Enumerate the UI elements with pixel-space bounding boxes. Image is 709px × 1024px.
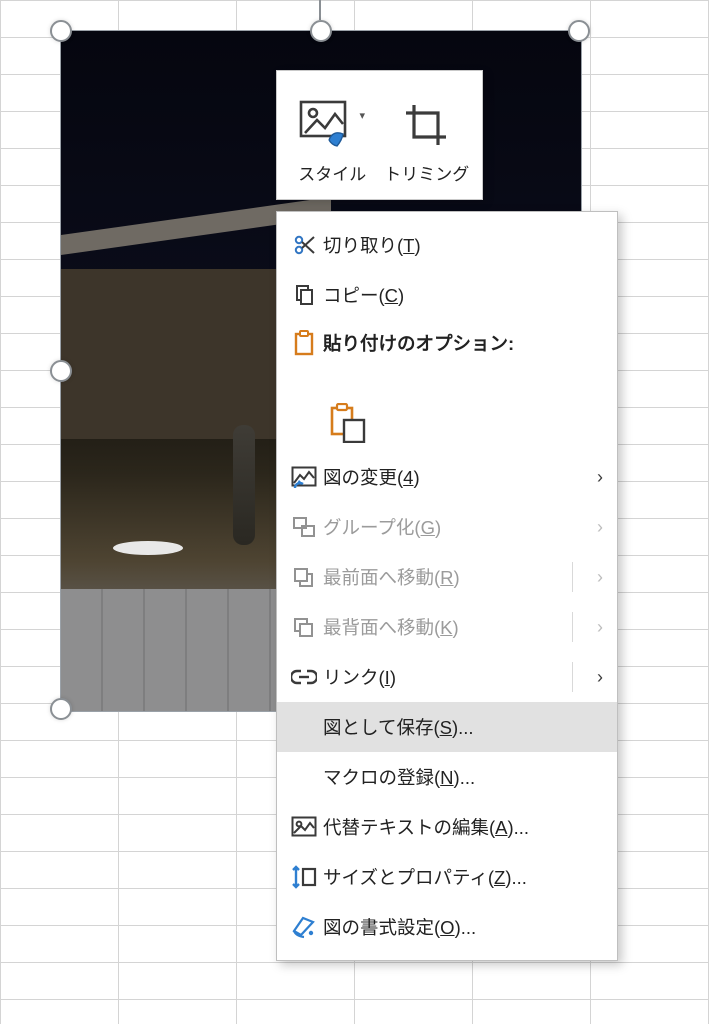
link-icon [291, 667, 317, 687]
menu-item-change-picture-label: 図の変更(4) [323, 464, 597, 490]
change-picture-icon [291, 466, 317, 488]
menu-item-link[interactable]: リンク(I) › [277, 652, 617, 702]
resize-handle-l[interactable] [50, 360, 72, 382]
size-properties-icon [291, 865, 317, 889]
menu-item-format-picture-label: 図の書式設定(O)... [323, 914, 603, 940]
chevron-right-icon: › [597, 567, 603, 588]
menu-item-size-and-properties[interactable]: サイズとプロパティ(Z)... [277, 852, 617, 902]
copy-icon [292, 283, 316, 307]
menu-item-send-to-back-label: 最背面へ移動(K) [323, 614, 597, 640]
mini-toolbar-style[interactable]: ▾ スタイル [285, 77, 380, 195]
chevron-down-icon: ▾ [359, 109, 365, 122]
menu-item-assign-macro[interactable]: マクロの登録(N)... [277, 752, 617, 802]
chevron-right-icon: › [597, 617, 603, 638]
menu-item-group: グループ化(G) › [277, 502, 617, 552]
picture-context-menu: 切り取り(T) コピー(C) 貼り付けのオプション: [276, 211, 618, 961]
resize-handle-bl[interactable] [50, 698, 72, 720]
menu-item-assign-macro-label: マクロの登録(N)... [323, 764, 603, 790]
chevron-right-icon: › [597, 667, 603, 688]
scissors-icon [292, 233, 316, 257]
menu-item-change-picture[interactable]: 図の変更(4) › [277, 452, 617, 502]
clipboard-icon [292, 330, 316, 356]
resize-handle-tl[interactable] [50, 20, 72, 42]
menu-item-edit-alt-text-label: 代替テキストの編集(A)... [323, 814, 603, 840]
menu-item-link-label: リンク(I) [323, 664, 597, 690]
resize-handle-tr[interactable] [568, 20, 590, 42]
menu-item-paste-options-label: 貼り付けのオプション: [323, 330, 603, 356]
menu-item-save-as-picture-label: 図として保存(S)... [323, 714, 603, 740]
crop-icon [402, 101, 452, 151]
mini-toolbar-style-label: スタイル [298, 166, 366, 183]
group-icon [292, 516, 316, 538]
menu-item-bring-to-front-label: 最前面へ移動(R) [323, 564, 597, 590]
menu-item-paste-options: 貼り付けのオプション: [277, 320, 617, 404]
bring-to-front-icon [292, 566, 316, 588]
menu-item-send-to-back: 最背面へ移動(K) › [277, 602, 617, 652]
chevron-right-icon: › [597, 517, 603, 538]
resize-handle-t[interactable] [310, 20, 332, 42]
menu-item-cut[interactable]: 切り取り(T) [277, 220, 617, 270]
menu-item-copy[interactable]: コピー(C) [277, 270, 617, 320]
format-picture-icon [291, 915, 317, 939]
menu-item-cut-label: 切り取り(T) [323, 232, 603, 258]
menu-item-bring-to-front: 最前面へ移動(R) › [277, 552, 617, 602]
menu-item-save-as-picture[interactable]: 図として保存(S)... [277, 702, 617, 752]
chevron-right-icon: › [597, 467, 603, 488]
menu-item-size-and-properties-label: サイズとプロパティ(Z)... [323, 864, 603, 890]
mini-toolbar: ▾ スタイル トリミング [276, 70, 483, 200]
picture-style-icon [299, 100, 357, 152]
paste-option-button[interactable] [323, 398, 373, 448]
menu-item-copy-label: コピー(C) [323, 282, 603, 308]
send-to-back-icon [292, 616, 316, 638]
menu-item-edit-alt-text[interactable]: 代替テキストの編集(A)... [277, 802, 617, 852]
alt-text-icon [291, 816, 317, 838]
menu-item-format-picture[interactable]: 図の書式設定(O)... [277, 902, 617, 952]
mini-toolbar-crop[interactable]: トリミング [380, 77, 475, 195]
menu-item-group-label: グループ化(G) [323, 514, 597, 540]
mini-toolbar-crop-label: トリミング [384, 166, 469, 183]
paste-icon [329, 403, 367, 443]
